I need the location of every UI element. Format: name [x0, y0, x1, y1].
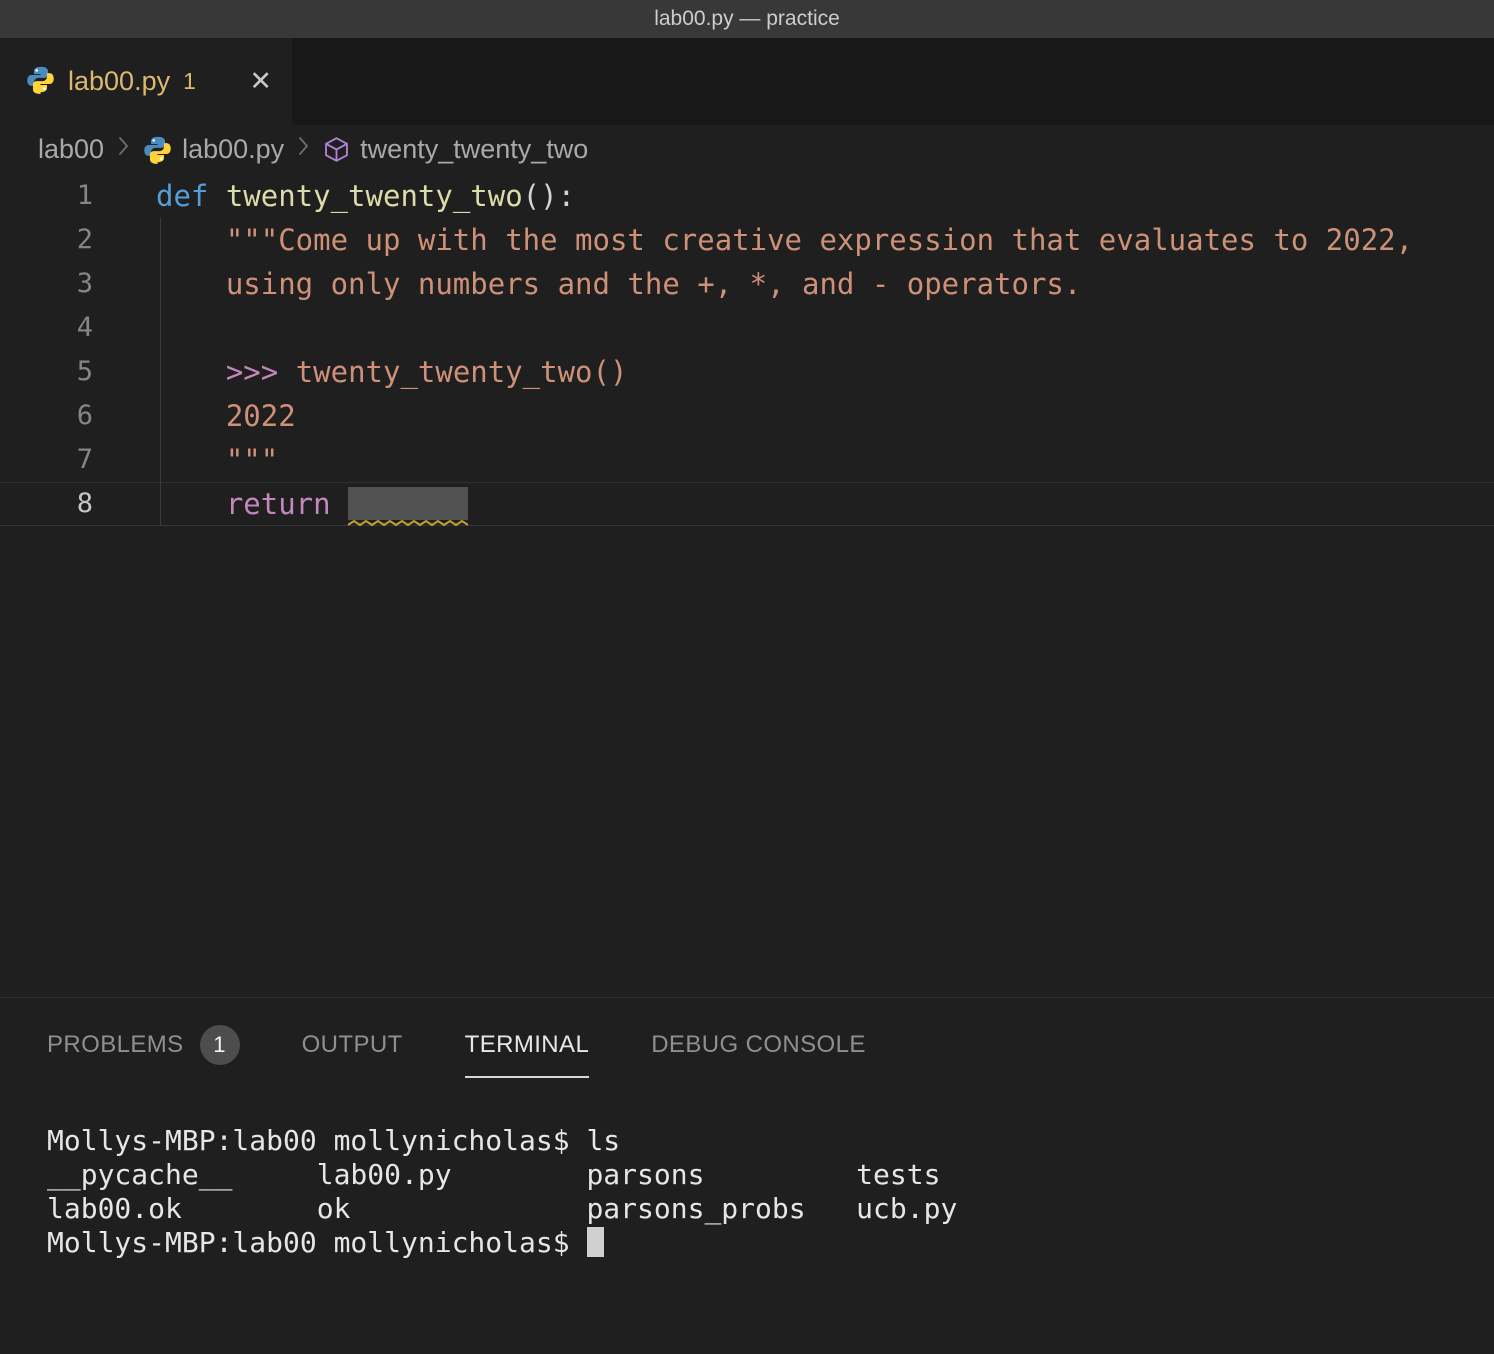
- code-text: return: [125, 483, 468, 525]
- line-number[interactable]: 2: [0, 218, 125, 262]
- highlighted-empty-expression: [348, 487, 468, 520]
- panel-tab-label: OUTPUT: [302, 1031, 403, 1059]
- code-text: def twenty_twenty_two():: [125, 174, 575, 218]
- editor-tab-bar: lab00.py 1 ✕: [0, 38, 1494, 125]
- line-number[interactable]: 3: [0, 262, 125, 306]
- line-number[interactable]: 1: [0, 174, 125, 218]
- panel-tab-label: PROBLEMS: [47, 1031, 184, 1059]
- code-text: >>> twenty_twenty_two(): [125, 350, 627, 394]
- code-line-8[interactable]: 8 return: [0, 482, 1494, 526]
- tab-label: lab00.py: [68, 66, 170, 97]
- breadcrumb-label: twenty_twenty_two: [360, 134, 588, 165]
- breadcrumb-item-lab00.py[interactable]: lab00.py: [143, 134, 284, 165]
- code-line-3[interactable]: 3 using only numbers and the +, *, and -…: [0, 262, 1494, 306]
- code-line-1[interactable]: 1def twenty_twenty_two():: [0, 174, 1494, 218]
- breadcrumb-item-lab00[interactable]: lab00: [38, 134, 104, 165]
- breadcrumb-item-twenty_twenty_two[interactable]: twenty_twenty_two: [323, 134, 588, 165]
- python-icon: [26, 65, 55, 99]
- window-title: lab00.py — practice: [654, 7, 840, 31]
- tab-warning-count-badge: 1: [183, 68, 196, 95]
- warning-squiggle-icon: [348, 520, 468, 527]
- line-number[interactable]: 5: [0, 350, 125, 394]
- code-text: 2022: [125, 394, 296, 438]
- panel-tab-debug-console[interactable]: DEBUG CONSOLE: [651, 1014, 866, 1078]
- panel-tab-label: TERMINAL: [465, 1031, 590, 1059]
- indent-guide: [160, 218, 161, 526]
- close-icon[interactable]: ✕: [249, 68, 272, 95]
- problems-count-badge: 1: [200, 1025, 240, 1065]
- editor-lines: 1def twenty_twenty_two():2 """Come up wi…: [0, 174, 1494, 526]
- code-text: [125, 306, 156, 350]
- code-line-5[interactable]: 5 >>> twenty_twenty_two(): [0, 350, 1494, 394]
- panel-tab-bar: PROBLEMS 1 OUTPUT TERMINAL DEBUG CONSOLE: [0, 998, 1494, 1078]
- python-icon: [26, 65, 55, 94]
- code-line-6[interactable]: 6 2022: [0, 394, 1494, 438]
- breadcrumb-label: lab00: [38, 134, 104, 165]
- terminal-cursor: [587, 1227, 604, 1257]
- code-text: """Come up with the most creative expres…: [125, 218, 1413, 262]
- code-text: using only numbers and the +, *, and - o…: [125, 262, 1081, 306]
- terminal-line: __pycache__ lab00.py parsons tests: [47, 1158, 1494, 1192]
- terminal-line: Mollys-MBP:lab00 mollynicholas$: [47, 1226, 1494, 1260]
- code-line-2[interactable]: 2 """Come up with the most creative expr…: [0, 218, 1494, 262]
- chevron-right-icon: [116, 134, 131, 158]
- panel-tab-terminal[interactable]: TERMINAL: [465, 1014, 590, 1078]
- line-number[interactable]: 4: [0, 306, 125, 350]
- code-line-7[interactable]: 7 """: [0, 438, 1494, 482]
- terminal-line: Mollys-MBP:lab00 mollynicholas$ ls: [47, 1124, 1494, 1158]
- tab-lab00py[interactable]: lab00.py 1 ✕: [0, 38, 292, 125]
- panel-tab-problems[interactable]: PROBLEMS 1: [47, 1014, 240, 1078]
- breadcrumb: lab00 lab00.py twenty_twenty_two: [0, 125, 1494, 174]
- line-number[interactable]: 6: [0, 394, 125, 438]
- chevron-right-icon: [296, 134, 311, 158]
- terminal-line: lab00.ok ok parsons_probs ucb.py: [47, 1192, 1494, 1226]
- symbol-function-icon: [323, 136, 350, 163]
- bottom-panel: PROBLEMS 1 OUTPUT TERMINAL DEBUG CONSOLE Mol…: [0, 997, 1494, 1354]
- code-line-4[interactable]: 4: [0, 306, 1494, 350]
- code-text: """: [125, 438, 278, 482]
- line-number[interactable]: 7: [0, 438, 125, 482]
- terminal[interactable]: Mollys-MBP:lab00 mollynicholas$ ls__pyca…: [47, 1124, 1494, 1260]
- window-titlebar: lab00.py — practice: [0, 0, 1494, 38]
- breadcrumb-label: lab00.py: [182, 134, 284, 165]
- python-icon: [143, 135, 172, 164]
- code-editor[interactable]: 1def twenty_twenty_two():2 """Come up wi…: [0, 174, 1494, 997]
- panel-tab-output[interactable]: OUTPUT: [302, 1014, 403, 1078]
- panel-tab-label: DEBUG CONSOLE: [651, 1031, 866, 1059]
- line-number[interactable]: 8: [0, 483, 125, 525]
